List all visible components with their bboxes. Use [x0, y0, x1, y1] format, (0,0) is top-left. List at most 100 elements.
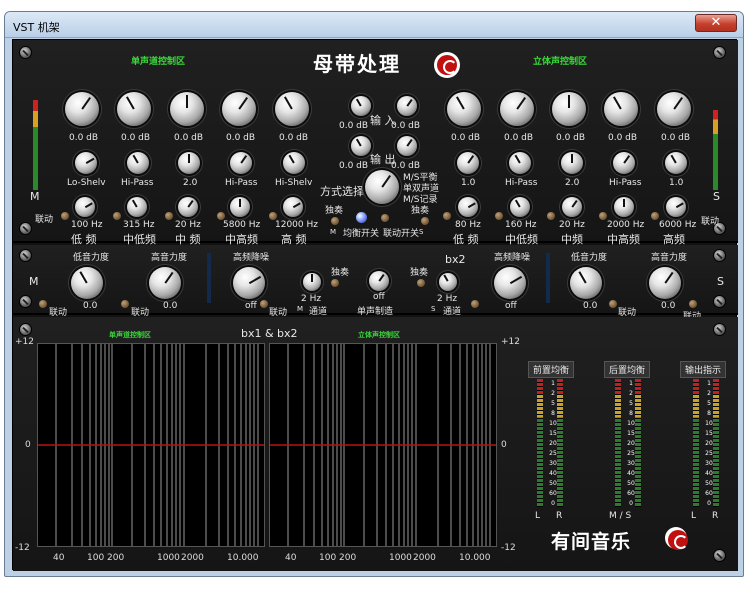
mono-level-meter [33, 100, 38, 190]
stereo-gain-knob-3[interactable] [552, 92, 586, 126]
link-switch-label[interactable]: 联动开关 [383, 226, 419, 239]
screw-icon [19, 46, 32, 59]
s-side-letter: S [717, 275, 724, 288]
mono-spectrum-grid [38, 344, 264, 546]
mono-gain-knob-5[interactable] [275, 92, 309, 126]
stereo-filter-knob-5[interactable] [665, 152, 687, 174]
mono-gain-knob-3[interactable] [170, 92, 204, 126]
y-bot-right: -12 [501, 543, 516, 553]
stereo-rate-knob[interactable] [439, 273, 457, 291]
link-led[interactable] [121, 300, 129, 308]
mono-freq-knob-5[interactable] [283, 197, 303, 217]
x-tick: 100 [87, 553, 105, 563]
stereo-freq-knob-1[interactable] [458, 197, 478, 217]
input-left-knob[interactable] [351, 96, 371, 116]
link-led[interactable] [260, 300, 268, 308]
stereo-spectrum-plot[interactable] [269, 343, 497, 547]
stereo-freq-knob-3[interactable] [562, 197, 582, 217]
mono-link-led[interactable] [113, 212, 121, 220]
mono-filter-knob-3[interactable] [178, 152, 200, 174]
stereo-freq-knob-5[interactable] [666, 197, 686, 217]
s-channel-letter: S [431, 305, 436, 313]
brand-logo-icon [665, 527, 688, 550]
analyzer-mono-label: 单声道控制区 [109, 331, 151, 339]
stereo-freq-1: 80 Hz [455, 220, 481, 230]
y-bot-left: -12 [15, 543, 30, 553]
mono-spectrum-plot[interactable] [37, 343, 265, 547]
mono-link-led[interactable] [217, 212, 225, 220]
link-led[interactable] [609, 300, 617, 308]
mono-freq-knob-1[interactable] [75, 197, 95, 217]
mono-make-knob[interactable] [369, 271, 389, 291]
mono-link-led[interactable] [165, 212, 173, 220]
mono-freq-knob-3[interactable] [178, 197, 198, 217]
balance-switch-led[interactable] [356, 212, 367, 223]
mono-gain-value-2: 0.0 dB [121, 133, 151, 143]
mono-filter-knob-2[interactable] [127, 152, 149, 174]
hf-noise-knob[interactable] [233, 267, 265, 299]
output-left-knob[interactable] [351, 136, 371, 156]
mono-filter-label-2: Hi-Pass [121, 178, 154, 188]
mono-channel-label: 通道 [309, 307, 328, 317]
stereo-link-led[interactable] [495, 212, 503, 220]
mono-filter-knob-4[interactable] [230, 152, 252, 174]
stereo-link-led[interactable] [599, 212, 607, 220]
link-switch-led[interactable] [381, 214, 389, 222]
link-led[interactable] [689, 300, 697, 308]
close-button[interactable]: ✕ [695, 14, 737, 32]
mono-freq-4: 5800 Hz [223, 220, 261, 230]
mono-rate-knob[interactable] [303, 273, 321, 291]
input-right-knob[interactable] [397, 96, 417, 116]
mono-filter-knob-5[interactable] [283, 152, 305, 174]
mono-freq-knob-2[interactable] [127, 197, 147, 217]
mono-freq-knob-4[interactable] [230, 197, 250, 217]
x-tick: 1000 [157, 553, 180, 563]
stereo-freq-knob-4[interactable] [614, 197, 634, 217]
mono-filter-knob-1[interactable] [75, 152, 97, 174]
stereo-freq-knob-2[interactable] [510, 197, 530, 217]
solo-left-led[interactable] [331, 217, 339, 225]
stereo-link-led[interactable] [547, 212, 555, 220]
hf-noise-right-knob[interactable] [494, 267, 526, 299]
mono-filter-label-3: 2.0 [183, 178, 198, 188]
stereo-filter-knob-2[interactable] [509, 152, 531, 174]
low-force-knob[interactable] [71, 267, 103, 299]
link-led[interactable] [471, 300, 479, 308]
high-force-right-knob[interactable] [649, 267, 681, 299]
solo-left-led[interactable] [331, 279, 339, 287]
stereo-filter-knob-1[interactable] [457, 152, 479, 174]
hf-noise-label: 高频降噪 [233, 253, 270, 263]
stereo-freq-3: 20 Hz [559, 220, 585, 230]
mono-gain-knob-4[interactable] [222, 92, 256, 126]
brand-logo-icon [434, 52, 460, 78]
output-right-knob[interactable] [397, 136, 417, 156]
solo-right-led[interactable] [417, 279, 425, 287]
stereo-link-led[interactable] [443, 212, 451, 220]
stereo-gain-knob-1[interactable] [447, 92, 481, 126]
post-eq-scale: 1 2 5 8 10 15 20 25 30 40 50 60 0 [627, 380, 635, 507]
mono-gain-value-4: 0.0 dB [226, 133, 256, 143]
stereo-link-led[interactable] [651, 212, 659, 220]
mono-gain-knob-1[interactable] [65, 92, 99, 126]
x-tick: 10.000 [459, 553, 491, 563]
stereo-filter-knob-4[interactable] [613, 152, 635, 174]
low-force-right-knob[interactable] [570, 267, 602, 299]
mode-select-knob[interactable] [365, 170, 399, 204]
high-force-knob[interactable] [149, 267, 181, 299]
link-led[interactable] [39, 300, 47, 308]
analyzer-rack: 单声道控制区 bx1 & bx2 立体声控制区 +12 0 -12 +12 0 … [13, 317, 738, 571]
stereo-filter-knob-3[interactable] [561, 152, 583, 174]
mono-gain-knob-2[interactable] [117, 92, 151, 126]
solo-right-led[interactable] [421, 217, 429, 225]
stereo-freq-4: 2000 Hz [607, 220, 645, 230]
stereo-gain-knob-2[interactable] [500, 92, 534, 126]
stereo-gain-knob-4[interactable] [604, 92, 638, 126]
stereo-gain-value-4: 0.0 dB [608, 133, 638, 143]
mono-make-label: 单声制造 [357, 307, 394, 317]
solo-left-label: 独奏 [325, 206, 344, 216]
mono-link-led[interactable] [269, 212, 277, 220]
stereo-gain-knob-5[interactable] [657, 92, 691, 126]
balance-switch-label[interactable]: 均衡开关 [343, 226, 379, 239]
brand-name: 有间音乐 [551, 531, 632, 553]
mono-link-led[interactable] [61, 212, 69, 220]
